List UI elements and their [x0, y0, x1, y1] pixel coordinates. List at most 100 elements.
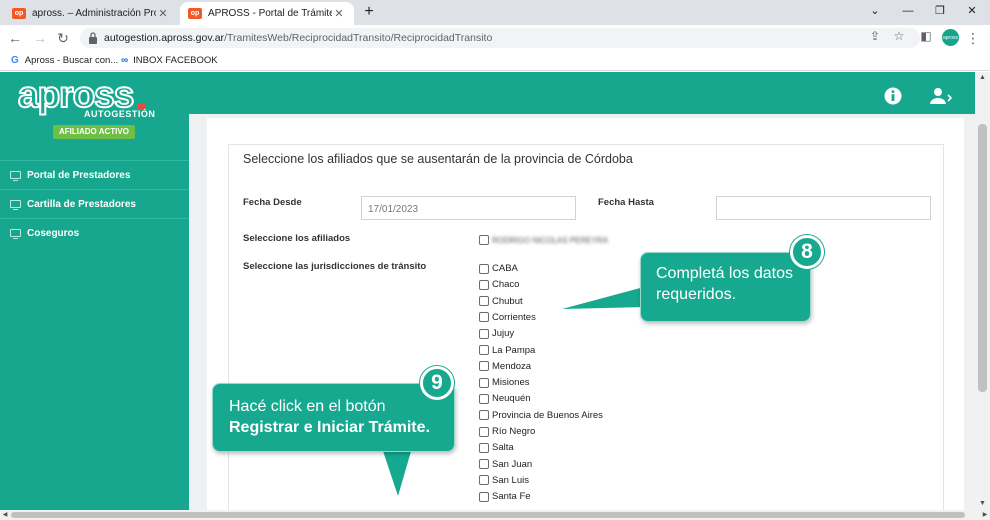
jurisdiccion-label: Salta [492, 442, 514, 454]
jurisdiccion-checkbox[interactable] [479, 442, 489, 453]
monitor-icon [10, 200, 21, 210]
horizontal-scrollbar[interactable]: ◀ ▶ [0, 510, 990, 520]
jurisdiccion-label: Misiones [492, 377, 530, 389]
bookmark-star-icon[interactable]: ☆ [891, 28, 907, 44]
jurisdiccion-option[interactable]: La Pampa [479, 345, 535, 356]
sidebar-item-cartilla-prestadores[interactable]: Cartilla de Prestadores [0, 189, 189, 218]
jurisdiccion-label: La Pampa [492, 344, 536, 356]
forward-arrow-icon[interactable]: → [31, 29, 49, 47]
vertical-scrollbar[interactable]: ▲ ▼ [975, 72, 990, 510]
jurisdicciones-label: Seleccione las jurisdicciones de tránsit… [243, 261, 427, 272]
jurisdiccion-option[interactable]: Neuquén [479, 393, 531, 404]
afiliado-name: RODRIGO NICOLAS PEREYRA [492, 235, 609, 245]
jurisdiccion-checkbox[interactable] [479, 263, 489, 274]
jurisdiccion-label: San Luis [492, 474, 529, 486]
side-panel-icon[interactable]: ◧ [918, 28, 934, 44]
jurisdiccion-checkbox[interactable] [479, 393, 489, 404]
monitor-icon [10, 171, 21, 181]
jurisdiccion-checkbox[interactable] [479, 377, 489, 388]
user-logout-icon[interactable] [929, 86, 953, 106]
jurisdiccion-option[interactable]: Corrientes [479, 312, 536, 323]
google-icon: G [11, 55, 19, 66]
scroll-left-arrow-icon[interactable]: ◀ [0, 510, 10, 520]
form-title: Seleccione los afiliados que se ausentar… [243, 152, 633, 166]
vertical-scroll-thumb[interactable] [978, 124, 987, 392]
jurisdiccion-option[interactable]: Misiones [479, 377, 530, 388]
jurisdiccion-checkbox[interactable] [479, 426, 489, 437]
scroll-up-arrow-icon[interactable]: ▲ [975, 72, 990, 84]
meta-icon: ∞ [121, 55, 129, 66]
callout-step-8: Completá los datos requeridos. [640, 252, 811, 322]
jurisdiccion-checkbox[interactable] [479, 475, 489, 486]
callout-step-9: Hacé click en el botón Registrar e Inici… [212, 383, 455, 452]
jurisdiccion-option[interactable]: San Juan [479, 459, 532, 470]
step-8-number: 8 [790, 235, 824, 269]
scroll-right-arrow-icon[interactable]: ▶ [980, 510, 990, 520]
sidebar-item-coseguros[interactable]: Coseguros [0, 218, 189, 247]
jurisdiccion-label: Santa Fe [492, 491, 531, 503]
jurisdiccion-checkbox[interactable] [479, 459, 489, 470]
fecha-desde-label: Fecha Desde [243, 197, 302, 208]
apross-favicon-icon: op [188, 8, 202, 19]
callout-8-line1: Completá los datos [656, 265, 793, 282]
afiliado-checkbox-row[interactable]: RODRIGO NICOLAS PEREYRA [479, 235, 608, 245]
close-tab-icon[interactable]: ✕ [332, 7, 346, 20]
afiliado-checkbox[interactable] [479, 235, 489, 245]
jurisdiccion-option[interactable]: Río Negro [479, 426, 535, 437]
jurisdiccion-option[interactable]: San Luis [479, 475, 529, 486]
browser-menu-icon[interactable]: ⋮ [966, 29, 980, 47]
jurisdiccion-checkbox[interactable] [479, 361, 489, 372]
restore-icon[interactable]: ❐ [925, 3, 955, 19]
browser-tab-1[interactable]: op apross. – Administración Provincial ✕ [4, 2, 178, 25]
close-tab-icon[interactable]: ✕ [156, 7, 170, 20]
callout-8-pointer [562, 287, 644, 309]
apross-logo: apross AUTOGESTIÓN [17, 73, 156, 119]
jurisdiccion-option[interactable]: Santa Fe [479, 491, 531, 502]
share-icon[interactable]: ⇪ [867, 28, 883, 44]
jurisdiccion-checkbox[interactable] [479, 491, 489, 502]
afiliados-label: Seleccione los afiliados [243, 233, 351, 244]
jurisdiccion-option[interactable]: Mendoza [479, 361, 531, 372]
fecha-hasta-input[interactable] [716, 196, 931, 220]
jurisdiccion-label: Chaco [492, 279, 520, 291]
jurisdiccion-checkbox[interactable] [479, 410, 489, 421]
monitor-icon [10, 229, 21, 239]
jurisdiccion-option[interactable]: Provincia de Buenos Aires [479, 410, 603, 421]
jurisdiccion-option[interactable]: Salta [479, 442, 514, 453]
tab-search-chevron-icon[interactable]: ⌄ [860, 3, 890, 19]
jurisdiccion-checkbox[interactable] [479, 328, 489, 339]
tab-title: APROSS - Portal de Trámites en L [208, 8, 332, 19]
jurisdiccion-checkbox[interactable] [479, 345, 489, 355]
back-arrow-icon[interactable]: ← [6, 29, 24, 47]
browser-tab-2-active[interactable]: op APROSS - Portal de Trámites en L ✕ [180, 2, 354, 25]
jurisdiccion-option[interactable]: Chaco [479, 279, 519, 290]
fecha-hasta-label: Fecha Hasta [598, 197, 654, 208]
jurisdiccion-checkbox[interactable] [479, 312, 489, 323]
jurisdiccion-option[interactable]: CABA [479, 263, 518, 274]
apross-favicon-icon: op [12, 8, 26, 19]
callout-9-line2: Registrar e Iniciar Trámite. [229, 419, 430, 436]
jurisdiccion-label: Río Negro [492, 426, 536, 437]
jurisdiccion-option[interactable]: Jujuy [479, 328, 514, 339]
callout-9-line1: Hacé click en el botón [229, 398, 386, 415]
window-close-icon[interactable]: ✕ [957, 3, 987, 19]
jurisdiccion-label: Mendoza [492, 360, 532, 372]
minimize-icon[interactable]: — [893, 3, 923, 19]
profile-avatar[interactable]: apross [942, 29, 959, 46]
url-text: autogestion.apross.gov.ar/TramitesWeb/Re… [104, 32, 493, 44]
sidebar-item-portal-prestadores[interactable]: Portal de Prestadores [0, 160, 189, 189]
fecha-desde-input[interactable]: 17/01/2023 [361, 196, 576, 220]
address-bar[interactable]: autogestion.apross.gov.ar/TramitesWeb/Re… [80, 28, 920, 48]
new-tab-plus-icon[interactable]: + [360, 3, 378, 21]
info-icon[interactable] [883, 86, 903, 106]
jurisdiccion-label: CABA [492, 263, 518, 274]
bookmark-apross-search[interactable]: G Apross - Buscar con... [11, 55, 118, 66]
scroll-down-arrow-icon[interactable]: ▼ [975, 498, 990, 510]
bookmark-inbox-facebook[interactable]: ∞ INBOX FACEBOOK [121, 55, 218, 66]
reload-icon[interactable]: ↻ [54, 29, 72, 47]
jurisdiccion-option[interactable]: Chubut [479, 296, 523, 307]
horizontal-scroll-thumb[interactable] [11, 512, 965, 518]
jurisdiccion-checkbox[interactable] [479, 279, 489, 290]
jurisdiccion-checkbox[interactable] [479, 296, 489, 307]
callout-8-line2: requeridos. [656, 286, 737, 303]
